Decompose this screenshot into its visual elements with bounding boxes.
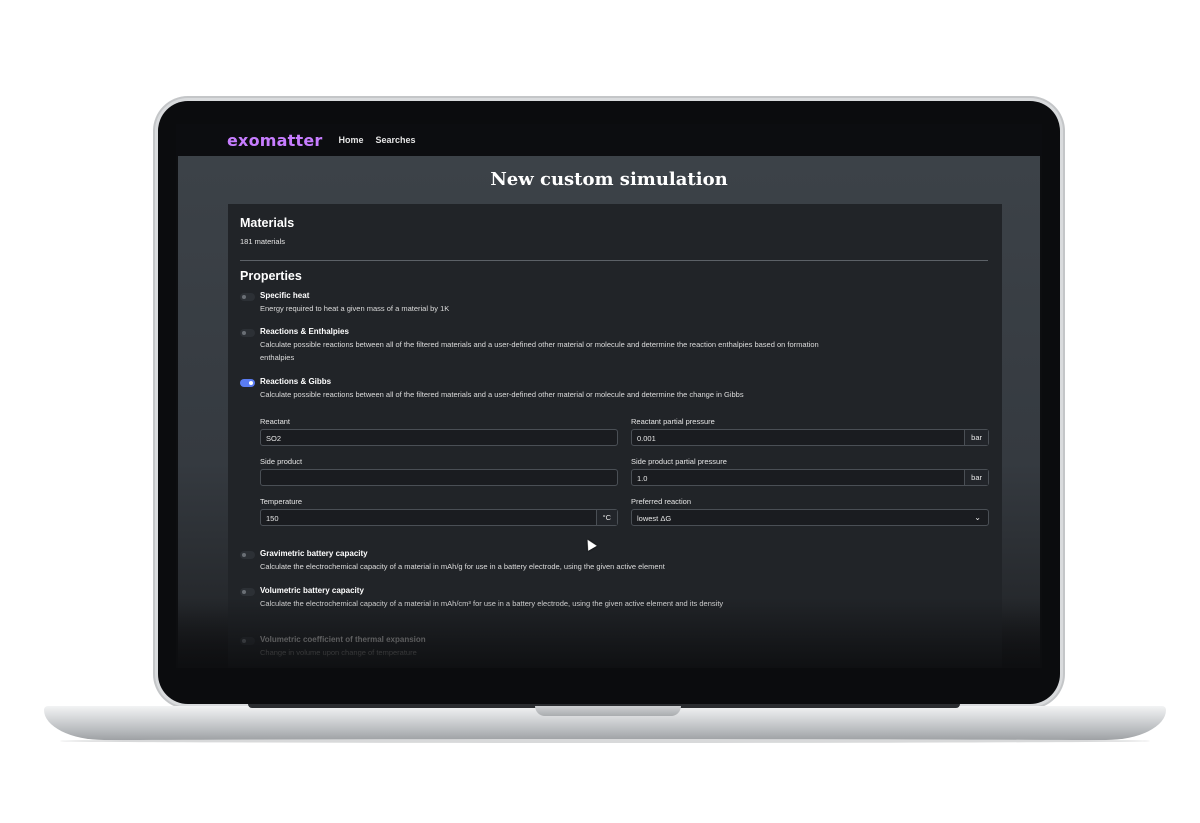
navbar: exomatter Home Searches xyxy=(176,124,1042,156)
temperature-input[interactable]: 150 °C xyxy=(260,509,618,526)
page-content: New custom simulation Materials 181 mate… xyxy=(178,156,1040,668)
volumetric-battery-toggle[interactable] xyxy=(240,588,255,596)
reactant-partial-pressure-input[interactable]: 0.001 bar xyxy=(631,429,989,446)
property-description: Energy required to heat a given mass of … xyxy=(260,304,450,313)
temperature-value: 150 xyxy=(266,514,279,523)
reactions-gibbs-toggle[interactable] xyxy=(240,379,255,387)
reactant-pressure-unit: bar xyxy=(964,430,988,445)
temperature-unit: °C xyxy=(595,510,617,525)
chevron-down-icon: ⌄ xyxy=(974,513,981,522)
property-description: Change in volume upon change of temperat… xyxy=(260,648,417,657)
property-description: Calculate possible reactions between all… xyxy=(260,340,819,362)
side-product-partial-pressure-value: 1.0 xyxy=(637,474,648,483)
laptop-screen: exomatter Home Searches New custom simul… xyxy=(176,124,1042,668)
side-product-label: Side product xyxy=(260,457,303,466)
specific-heat-toggle[interactable] xyxy=(240,293,255,301)
side-product-input[interactable] xyxy=(260,469,618,486)
property-title: Volumetric battery capacity xyxy=(260,586,364,595)
property-title: Reactions & Gibbs xyxy=(260,377,332,386)
preferred-reaction-value: lowest ΔG xyxy=(637,514,672,523)
reactant-value: SO2 xyxy=(266,434,282,443)
reactant-input[interactable]: SO2 xyxy=(260,429,618,446)
laptop-shadow xyxy=(60,739,1150,743)
gravimetric-battery-toggle[interactable] xyxy=(240,551,255,559)
page-title: New custom simulation xyxy=(490,169,728,190)
properties-heading: Properties xyxy=(240,269,302,283)
materials-heading: Materials xyxy=(240,216,295,230)
reactant-partial-pressure-label: Reactant partial pressure xyxy=(631,417,715,426)
property-description: Calculate possible reactions between all… xyxy=(260,390,744,399)
nav-searches-link[interactable]: Searches xyxy=(376,135,416,145)
property-title: Volumetric coefficient of thermal expans… xyxy=(260,635,426,644)
side-product-partial-pressure-label: Side product partial pressure xyxy=(631,457,727,466)
property-description: Calculate the electrochemical capacity o… xyxy=(260,599,724,608)
materials-count: 181 materials xyxy=(240,237,286,246)
thermal-expansion-toggle[interactable] xyxy=(240,637,255,645)
section-divider xyxy=(240,260,988,261)
property-title: Reactions & Enthalpies xyxy=(260,327,349,336)
logo[interactable]: exomatter xyxy=(227,131,322,150)
property-title: Gravimetric battery capacity xyxy=(260,549,368,558)
preferred-reaction-select[interactable]: lowest ΔG ⌄ xyxy=(631,509,989,526)
nav-home-link[interactable]: Home xyxy=(338,135,363,145)
reactions-enthalpies-toggle[interactable] xyxy=(240,329,255,337)
simulation-form-panel: Materials 181 materials Properties Speci… xyxy=(228,204,1002,668)
reactant-partial-pressure-value: 0.001 xyxy=(637,434,656,443)
side-pressure-unit: bar xyxy=(964,470,988,485)
property-description: Calculate the electrochemical capacity o… xyxy=(260,562,665,571)
laptop-notch xyxy=(535,706,681,716)
property-title: Specific heat xyxy=(260,291,310,300)
side-product-partial-pressure-input[interactable]: 1.0 bar xyxy=(631,469,989,486)
temperature-label: Temperature xyxy=(260,497,303,506)
preferred-reaction-label: Preferred reaction xyxy=(631,497,692,506)
reactant-label: Reactant xyxy=(260,417,291,426)
